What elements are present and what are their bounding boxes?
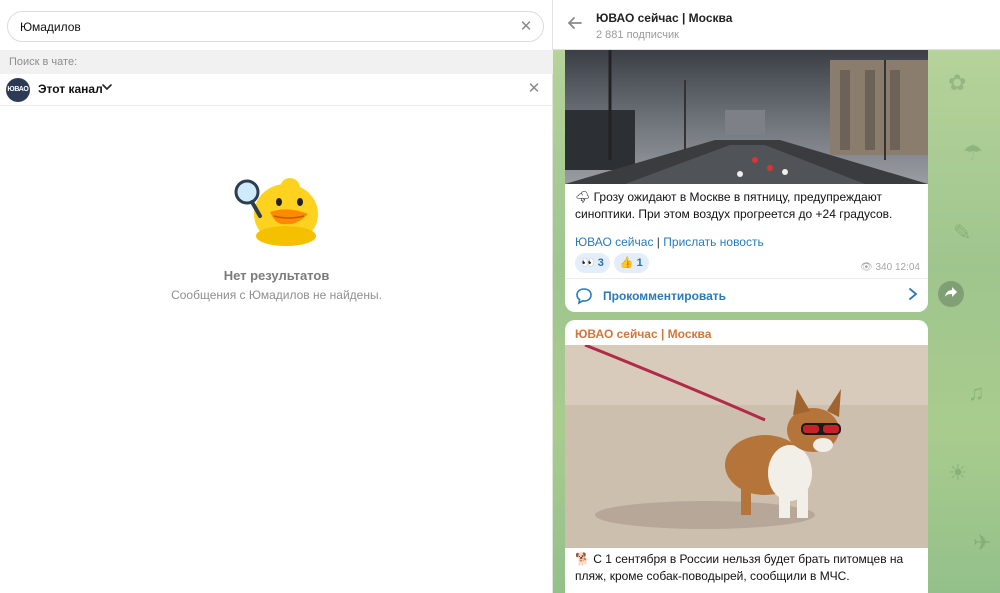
empty-state-title: Нет результатов: [223, 268, 330, 283]
avatar: ЮВАО: [6, 78, 30, 102]
subscriber-count: 2 881 подписчик: [596, 29, 679, 41]
message-sender[interactable]: ЮВАО сейчас | Москва: [575, 327, 711, 341]
in-chat-label: Поиск в чате:: [0, 50, 553, 74]
channel-link[interactable]: ЮВАО сейчас: [575, 235, 653, 249]
message-bubble[interactable]: 🌩 Грозу ожидают в Москве в пятницу, пред…: [565, 38, 928, 312]
chevron-down-icon[interactable]: [101, 81, 113, 96]
chat-title[interactable]: ЮВАО сейчас | Москва: [596, 11, 732, 25]
storm-photo[interactable]: [565, 50, 928, 184]
message-time: 12:04: [894, 262, 920, 273]
reaction-eyes[interactable]: 👀 3: [575, 253, 610, 273]
chevron-right-icon: [908, 287, 918, 304]
empty-state-description: Сообщения с Юмадилов не найдены.: [171, 288, 382, 302]
message-text: 🌩 Грозу ожидают в Москве в пятницу, пред…: [575, 190, 893, 221]
comment-label: Прокомментировать: [603, 289, 727, 303]
search-box[interactable]: ✕: [7, 11, 544, 42]
submit-news-link[interactable]: Прислать новость: [663, 235, 763, 249]
views-count: 340: [875, 262, 893, 273]
eye-icon: 👁: [860, 262, 873, 273]
corgi-photo[interactable]: [565, 345, 928, 548]
chat-panel: ✿ ☂ ✎ ♫ ☀ ✈ 🌩 Грозу ожидают в Москве в п…: [553, 0, 1000, 593]
comment-icon: [575, 287, 593, 305]
channel-filter[interactable]: ЮВАО Этот канал ✕: [0, 74, 553, 106]
back-arrow-icon[interactable]: [566, 14, 586, 34]
close-icon[interactable]: ✕: [517, 18, 535, 36]
message-bubble[interactable]: ЮВАО сейчас | Москва 🐕 С 1 сентября в Ро…: [565, 320, 928, 593]
search-panel: ✕ Поиск в чате: ЮВАО Этот канал ✕ Нет ре…: [0, 0, 553, 593]
channel-filter-label[interactable]: Этот канал: [38, 82, 103, 96]
comment-button[interactable]: Прокомментировать: [565, 278, 928, 312]
share-icon[interactable]: [938, 281, 964, 307]
dog-icon: 🐕: [575, 552, 590, 566]
message-links: ЮВАО сейчас | Прислать новость: [575, 235, 764, 249]
message-meta: 👁 340 12:04: [860, 262, 920, 273]
search-input[interactable]: [20, 19, 500, 35]
cloud-icon: 🌩: [575, 190, 591, 204]
duck-detective-sticker: [234, 178, 318, 246]
message-text: 🐕 С 1 сентября в России нельзя будет бра…: [575, 552, 904, 583]
close-filter-icon[interactable]: ✕: [525, 80, 543, 98]
reaction-thumbs-up[interactable]: 👍 1: [613, 253, 649, 273]
reactions: 👀 3 👍 1: [575, 253, 653, 273]
chat-header: ЮВАО сейчас | Москва 2 881 подписчик: [553, 0, 1000, 50]
